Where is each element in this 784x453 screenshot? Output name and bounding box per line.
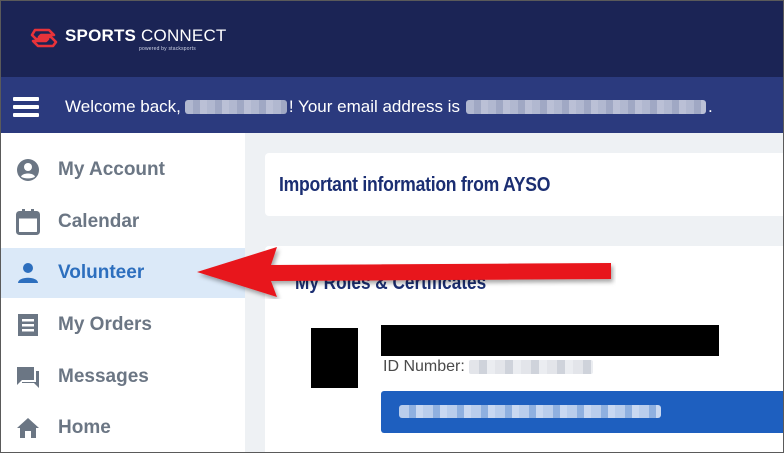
sidebar-item-my-account[interactable]: My Account [1, 145, 245, 195]
id-number-row: ID Number: [383, 358, 593, 376]
sidebar-item-label: My Orders [58, 314, 152, 335]
redacted-avatar [311, 328, 358, 388]
receipt-icon [15, 312, 41, 338]
sidebar-item-label: Volunteer [58, 262, 145, 283]
sidebar-item-label: Calendar [58, 211, 140, 232]
sidebar-item-my-orders[interactable]: My Orders [1, 300, 245, 350]
redacted-volunteer-name [381, 325, 719, 356]
red-arrow-annotation [197, 247, 611, 297]
redacted-role-text [399, 405, 661, 418]
home-icon [15, 415, 41, 441]
redacted-id-number [468, 360, 593, 374]
account-circle-icon [15, 157, 41, 183]
welcome-prefix: Welcome back, [65, 97, 181, 116]
brand-name: SPORTS CONNECT [65, 26, 227, 45]
sidebar-item-label: My Account [58, 159, 165, 180]
welcome-suffix: . [707, 97, 713, 116]
important-info-card[interactable]: Important information from AYSO [265, 153, 783, 216]
sidebar-item-home[interactable]: Home [1, 403, 245, 452]
important-info-title: Important information from AYSO [279, 174, 551, 196]
sports-connect-logo-icon [30, 28, 58, 48]
sidebar-item-label: Messages [58, 366, 149, 387]
hamburger-menu-icon[interactable] [13, 97, 39, 117]
sidebar-item-calendar[interactable]: Calendar [1, 197, 245, 247]
welcome-message: Welcome back, ! Your email address is . [65, 95, 713, 119]
redacted-email [465, 100, 706, 114]
sidebar-item-messages[interactable]: Messages [1, 352, 245, 402]
brand-logo-link[interactable]: SPORTS CONNECT powered by stacksports [29, 27, 227, 52]
person-icon [15, 260, 41, 286]
id-number-label: ID Number: [383, 358, 465, 375]
top-brand-bar: SPORTS CONNECT powered by stacksports [1, 1, 783, 77]
app-window: SPORTS CONNECT powered by stacksports We… [0, 0, 784, 453]
sidebar-item-label: Home [58, 417, 111, 438]
brand-powered-by: powered by stacksports [139, 46, 196, 52]
redacted-user-name [184, 100, 287, 114]
chat-icon [15, 364, 41, 390]
role-item-button[interactable] [381, 391, 783, 433]
calendar-icon [15, 209, 41, 235]
welcome-middle: ! Your email address is [288, 97, 460, 116]
